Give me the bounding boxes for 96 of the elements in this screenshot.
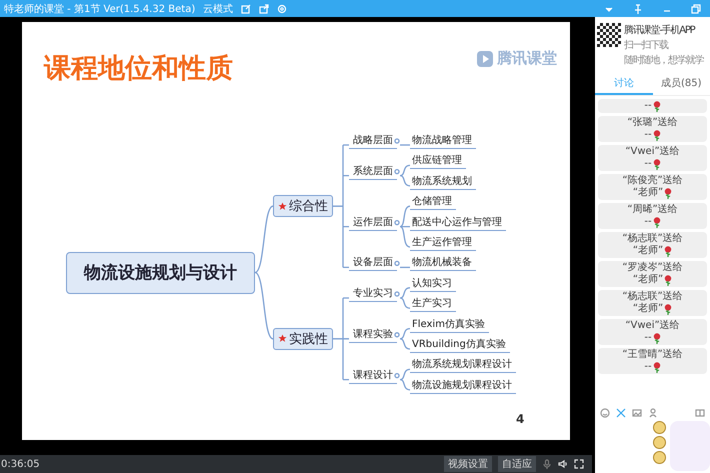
- rose-icon: [652, 362, 661, 372]
- mindmap-leaf: 物流设施规划课程设计: [410, 378, 516, 394]
- connector-line: [399, 368, 411, 390]
- rose-icon: [664, 304, 672, 314]
- mindmap-leaf: 物流系统规划课程设计: [410, 357, 516, 374]
- branch-label: 实践性: [289, 330, 328, 348]
- message-recipient: --: [644, 158, 652, 170]
- player-button[interactable]: 自适应: [498, 456, 536, 472]
- restore-icon[interactable]: [690, 4, 701, 14]
- mindmap-leaf: VRbuilding仿真实验: [410, 337, 510, 353]
- rose-icon: [652, 130, 661, 140]
- message-recipient: “老师”: [632, 245, 664, 257]
- message-recipient: --: [644, 332, 652, 344]
- mindmap-leaf: 物流战略管理: [410, 133, 476, 149]
- person-icon[interactable]: [648, 408, 658, 418]
- play-icon: [477, 50, 493, 66]
- mode-label: 云模式: [203, 2, 234, 16]
- edit-icon[interactable]: [241, 4, 252, 14]
- sticker-button[interactable]: [653, 436, 666, 449]
- connector-line: [399, 287, 411, 309]
- qr-code: [597, 23, 621, 47]
- rose-icon: [652, 332, 661, 344]
- connector-line: [399, 206, 411, 248]
- rose-icon: [652, 158, 661, 170]
- node-dot: [394, 260, 400, 266]
- mindmap-category: 专业实习: [349, 286, 397, 302]
- message-sender: “Vwei”送给: [625, 146, 680, 158]
- message-sender: “杨志联”送给: [622, 291, 683, 302]
- sticker-button[interactable]: [653, 451, 666, 464]
- mindmap-category: 设备层面: [349, 255, 397, 272]
- node-dot: [394, 138, 400, 144]
- message-recipient: “老师”: [632, 187, 664, 199]
- rose-icon: [664, 188, 672, 198]
- message-recipient: --: [644, 129, 652, 141]
- connector-line: [399, 164, 411, 186]
- page-number: 4: [516, 412, 524, 426]
- scissors-icon[interactable]: [616, 408, 626, 418]
- rose-icon: [664, 246, 672, 256]
- message-recipient: “老师”: [632, 274, 664, 286]
- connector-line: [400, 144, 410, 146]
- emoji-icon[interactable]: [600, 408, 610, 418]
- message-sender: “张璐”送给: [627, 117, 678, 129]
- node-dot: [394, 220, 400, 226]
- mindmap-leaf: 配送中心运作与管理: [410, 214, 506, 231]
- player-button[interactable]: 视频设置: [444, 456, 492, 472]
- message-recipient: --: [644, 100, 652, 112]
- node-dot: [394, 372, 400, 378]
- pin-icon[interactable]: [633, 4, 644, 14]
- message-recipient: “老师”: [632, 303, 664, 315]
- connector-line: [399, 328, 411, 350]
- slide-title: 课程地位和性质: [44, 52, 233, 86]
- connector-line: [400, 266, 410, 268]
- app-title: 腾讯课堂-手机APP: [624, 24, 696, 37]
- settings-icon[interactable]: [277, 4, 288, 14]
- message-sender: “罗凌岑”送给: [622, 262, 683, 274]
- message-recipient: --: [644, 361, 652, 373]
- message-sender: “Vwei”送给: [625, 320, 680, 332]
- window-title: 特老师的课堂 - 第1节 Ver(1.5.4.32 Beta): [4, 2, 196, 16]
- volume-icon[interactable]: [558, 459, 568, 469]
- app-slogan: 随时随地，想学就学: [624, 54, 704, 67]
- fullscreen-icon[interactable]: [574, 459, 584, 469]
- mindmap-category: 系统层面: [349, 164, 397, 180]
- message-recipient: --: [644, 216, 652, 228]
- mindmap-leaf: 物流机械装备: [410, 255, 476, 272]
- node-dot: [394, 332, 400, 338]
- mindmap-leaf: 物流系统规划: [410, 174, 476, 190]
- layout-icon[interactable]: [695, 408, 705, 418]
- mindmap-leaf: 供应链管理: [410, 153, 466, 170]
- mindmap-root: 物流设施规划与设计: [66, 252, 255, 294]
- mindmap-category: 战略层面: [349, 133, 397, 149]
- microphone-icon[interactable]: [542, 459, 552, 469]
- app-subtitle: 扫一扫下载: [624, 38, 670, 52]
- message-sender: “陈俊亮”送给: [622, 175, 683, 186]
- mindmap-category: 课程设计: [349, 368, 397, 384]
- panel-tab[interactable]: 成员(85): [652, 73, 710, 95]
- playback-time: 0:36:05: [1, 458, 40, 470]
- mindmap-leaf: 认知实习: [410, 276, 456, 292]
- rose-icon: [652, 100, 661, 112]
- share-icon[interactable]: [259, 4, 270, 14]
- mindmap-category: 运作层面: [349, 214, 397, 231]
- mindmap-leaf: 仓储管理: [410, 194, 456, 210]
- message-sender: “杨志联”送给: [622, 233, 683, 244]
- node-dot: [394, 291, 400, 297]
- node-dot: [394, 168, 400, 174]
- image-icon[interactable]: [632, 408, 642, 418]
- sticker-button[interactable]: [653, 421, 666, 434]
- rose-icon: [652, 216, 661, 228]
- mindmap-leaf: Flexim仿真实验: [410, 316, 489, 333]
- mindmap-leaf: 生产实习: [410, 296, 456, 312]
- message-sender: “王雪晴”送给: [622, 349, 683, 361]
- rose-icon: [664, 274, 672, 286]
- mindmap-leaf: 生产运作管理: [410, 235, 476, 251]
- message-sender: “周晞”送给: [627, 204, 678, 216]
- branch-label: 综合性: [289, 198, 328, 216]
- logo-text: 腾讯课堂: [497, 49, 557, 68]
- mindmap-category: 课程实验: [349, 326, 397, 343]
